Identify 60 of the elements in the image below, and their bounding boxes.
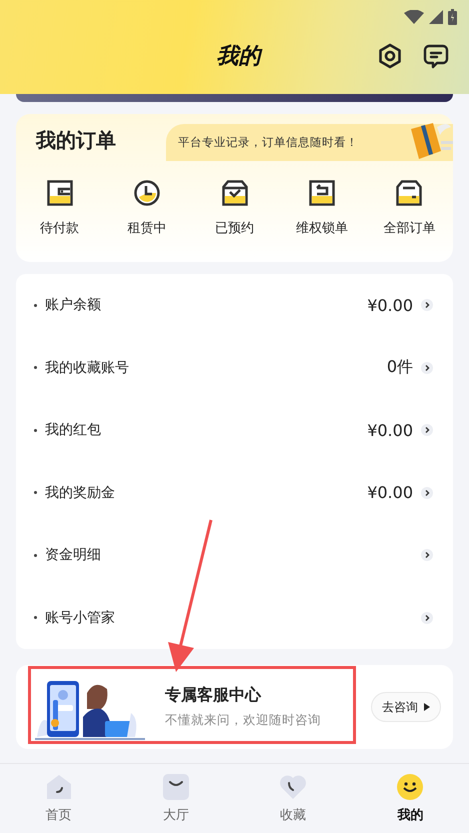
service-card[interactable]: 专属客服中心 不懂就来问，欢迎随时咨询 去咨询	[16, 665, 453, 749]
menu-label: 资金明细	[45, 546, 102, 564]
chevron-icon	[421, 299, 433, 312]
tab-item[interactable]: 首页	[0, 764, 118, 833]
order-shortcut[interactable]: 已预约	[190, 180, 278, 237]
menu-value: 0件	[386, 357, 413, 378]
chevron-icon	[421, 362, 433, 374]
order-shortcut[interactable]: 维权锁单	[278, 180, 366, 237]
menu-row[interactable]: 账户余额 ¥0.00	[34, 285, 433, 326]
tab-item[interactable]: 收藏	[234, 764, 352, 833]
service-subtitle: 不懂就来问，欢迎随时咨询	[165, 712, 322, 729]
chevron-icon	[421, 549, 433, 562]
bullet-icon	[34, 554, 37, 557]
chevron-icon	[421, 424, 433, 436]
order-shortcut[interactable]: 全部订单	[366, 180, 454, 237]
menu-label: 我的奖励金	[45, 484, 116, 502]
orders-title: 我的订单	[34, 127, 117, 154]
consult-button[interactable]: 去咨询	[371, 692, 441, 722]
wallet-icon	[46, 180, 73, 206]
message-icon[interactable]	[423, 43, 449, 69]
menu-row[interactable]: 我的奖励金 ¥0.00	[34, 472, 433, 513]
menu-value: ¥0.00	[367, 296, 413, 315]
menu-value: ¥0.00	[367, 420, 413, 440]
order-shortcut[interactable]: 待付款	[16, 180, 104, 237]
smiley-icon	[397, 774, 424, 800]
heart-icon	[279, 774, 308, 800]
home-icon	[46, 774, 72, 800]
return-box-icon	[308, 180, 335, 206]
chevron-icon	[421, 486, 433, 499]
box-icon	[396, 180, 422, 206]
bullet-icon	[34, 366, 37, 370]
caret-icon	[424, 703, 430, 711]
signal-icon	[429, 10, 443, 24]
vip-card[interactable]	[16, 94, 453, 102]
settings-icon[interactable]	[377, 43, 403, 69]
menu-row[interactable]: 我的收藏账号 0件	[34, 348, 433, 388]
wifi-icon	[404, 10, 424, 24]
bullet-icon	[34, 616, 37, 620]
menu-label: 我的红包	[45, 421, 102, 440]
menu-row[interactable]: 我的红包 ¥0.00	[34, 410, 433, 450]
menu-label: 账号小管家	[45, 608, 116, 627]
bag-icon	[162, 774, 189, 800]
page-title: 我的	[216, 43, 264, 71]
menu-row[interactable]: 资金明细	[34, 535, 433, 576]
slogan-text: 平台专业记录，订单信息随时看！	[178, 135, 358, 150]
bullet-icon	[34, 428, 37, 432]
tab-item[interactable]: 我的	[352, 764, 469, 833]
menu-row[interactable]: 账号小管家	[34, 598, 433, 638]
service-title: 专属客服中心	[165, 685, 262, 706]
bullet-icon	[34, 304, 37, 307]
clock-icon	[134, 180, 160, 206]
order-shortcut[interactable]: 租赁中	[103, 180, 191, 237]
battery-icon	[448, 9, 457, 25]
chevron-icon	[421, 612, 433, 624]
inbox-check-icon	[222, 180, 248, 206]
bullet-icon	[34, 491, 37, 494]
tab-item[interactable]: 大厅	[117, 764, 234, 833]
menu-label: 账户余额	[45, 296, 102, 314]
menu-value: ¥0.00	[367, 483, 413, 502]
menu-label: 我的收藏账号	[45, 358, 130, 377]
